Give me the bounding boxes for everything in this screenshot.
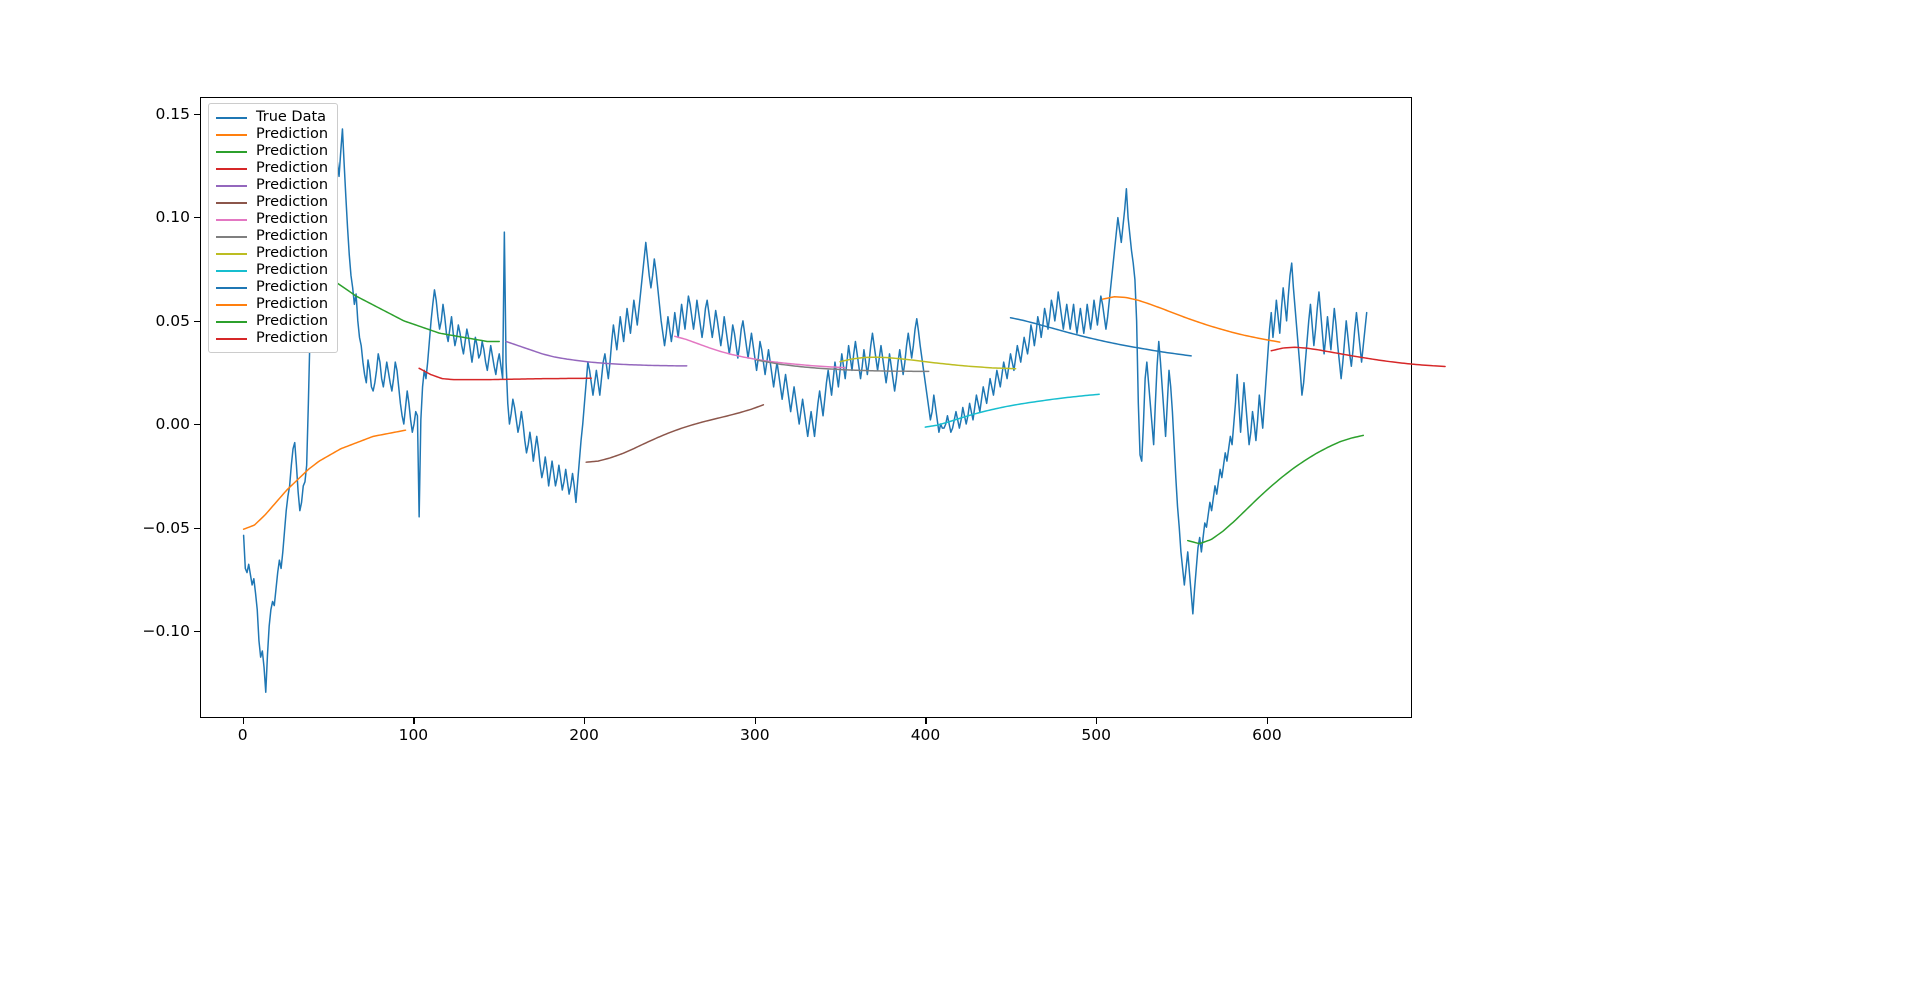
y-tick-mark — [194, 320, 200, 322]
legend-label: Prediction — [256, 143, 329, 159]
y-tick-label: 0.00 — [155, 415, 190, 434]
legend-label: Prediction — [256, 245, 329, 261]
x-tick-mark — [1266, 718, 1269, 724]
x-tick-label: 600 — [1252, 726, 1282, 744]
y-tick-label: −0.10 — [142, 622, 191, 641]
y-tick-mark — [194, 631, 200, 633]
legend-item-6: Prediction — [216, 211, 328, 228]
prediction-line-9 — [924, 393, 1100, 428]
x-tick-label: 0 — [237, 726, 248, 744]
x-tick-label: 100 — [398, 726, 429, 744]
legend-label: Prediction — [256, 228, 329, 244]
x-tick-label: 300 — [739, 726, 770, 744]
legend-color-swatch — [216, 235, 247, 238]
x-tick-mark — [413, 718, 415, 724]
y-tick-mark — [194, 527, 200, 529]
prediction-line-2 — [319, 272, 500, 343]
y-tick-label: −0.05 — [142, 518, 191, 537]
prediction-line-4 — [505, 340, 688, 367]
y-tick-mark — [194, 217, 200, 219]
legend-item-5: Prediction — [216, 194, 328, 211]
chart-legend: True Data Prediction Prediction Prediction P… — [208, 103, 339, 353]
legend-label: Prediction — [256, 160, 329, 176]
legend-item-0: True Data — [216, 109, 328, 126]
legend-color-swatch — [216, 184, 247, 187]
y-tick-mark — [194, 424, 200, 426]
legend-color-swatch — [216, 116, 247, 119]
prediction-line-11 — [1101, 295, 1281, 343]
legend-item-9: Prediction — [216, 262, 328, 279]
prediction-line-10 — [1009, 317, 1192, 357]
legend-color-swatch — [216, 201, 247, 204]
legend-color-swatch — [216, 320, 247, 323]
legend-color-swatch — [216, 303, 247, 306]
legend-item-4: Prediction — [216, 177, 328, 194]
y-tick-mark — [194, 113, 200, 115]
legend-label: Prediction — [256, 313, 329, 329]
true-data-line — [242, 128, 1368, 693]
prediction-line-5 — [585, 404, 765, 463]
x-tick-mark — [242, 718, 244, 724]
legend-label: Prediction — [256, 330, 329, 346]
x-tick-label: 400 — [910, 726, 941, 744]
x-tick-mark — [754, 718, 756, 724]
legend-color-swatch — [216, 269, 247, 272]
legend-label: Prediction — [256, 296, 329, 312]
legend-item-8: Prediction — [216, 245, 328, 262]
legend-label: True Data — [256, 109, 327, 125]
legend-label: Prediction — [256, 262, 329, 278]
prediction-line-3 — [418, 367, 593, 381]
legend-label: Prediction — [256, 177, 329, 193]
matplotlib-figure: True Data Prediction Prediction Prediction P… — [0, 0, 1920, 993]
legend-color-swatch — [216, 167, 247, 170]
legend-color-swatch — [216, 337, 247, 340]
legend-color-swatch — [216, 133, 247, 136]
x-tick-mark — [1096, 718, 1098, 724]
legend-color-swatch — [216, 252, 247, 255]
legend-label: Prediction — [256, 126, 329, 142]
legend-item-10: Prediction — [216, 279, 328, 296]
legend-color-swatch — [216, 150, 247, 153]
legend-item-7: Prediction — [216, 228, 328, 245]
legend-item-11: Prediction — [216, 296, 328, 313]
x-tick-label: 500 — [1081, 726, 1111, 744]
legend-color-swatch — [216, 286, 247, 289]
plot-area — [200, 97, 1446, 718]
y-tick-label: 0.15 — [155, 104, 190, 123]
y-tick-label: 0.10 — [155, 208, 190, 227]
prediction-line-13 — [1270, 346, 1446, 368]
y-tick-label: 0.05 — [155, 311, 190, 330]
legend-label: Prediction — [256, 211, 329, 227]
legend-label: Prediction — [256, 279, 329, 295]
legend-item-13: Prediction — [216, 330, 328, 347]
x-tick-label: 200 — [569, 726, 599, 744]
legend-label: Prediction — [256, 194, 329, 210]
x-tick-mark — [925, 718, 927, 724]
prediction-line-1 — [242, 429, 407, 530]
legend-item-3: Prediction — [216, 160, 328, 177]
legend-item-12: Prediction — [216, 313, 328, 330]
x-tick-mark — [584, 718, 586, 724]
legend-item-1: Prediction — [216, 126, 328, 143]
legend-color-swatch — [216, 218, 247, 221]
legend-item-2: Prediction — [216, 143, 328, 160]
data-series-layer — [242, 128, 1446, 693]
